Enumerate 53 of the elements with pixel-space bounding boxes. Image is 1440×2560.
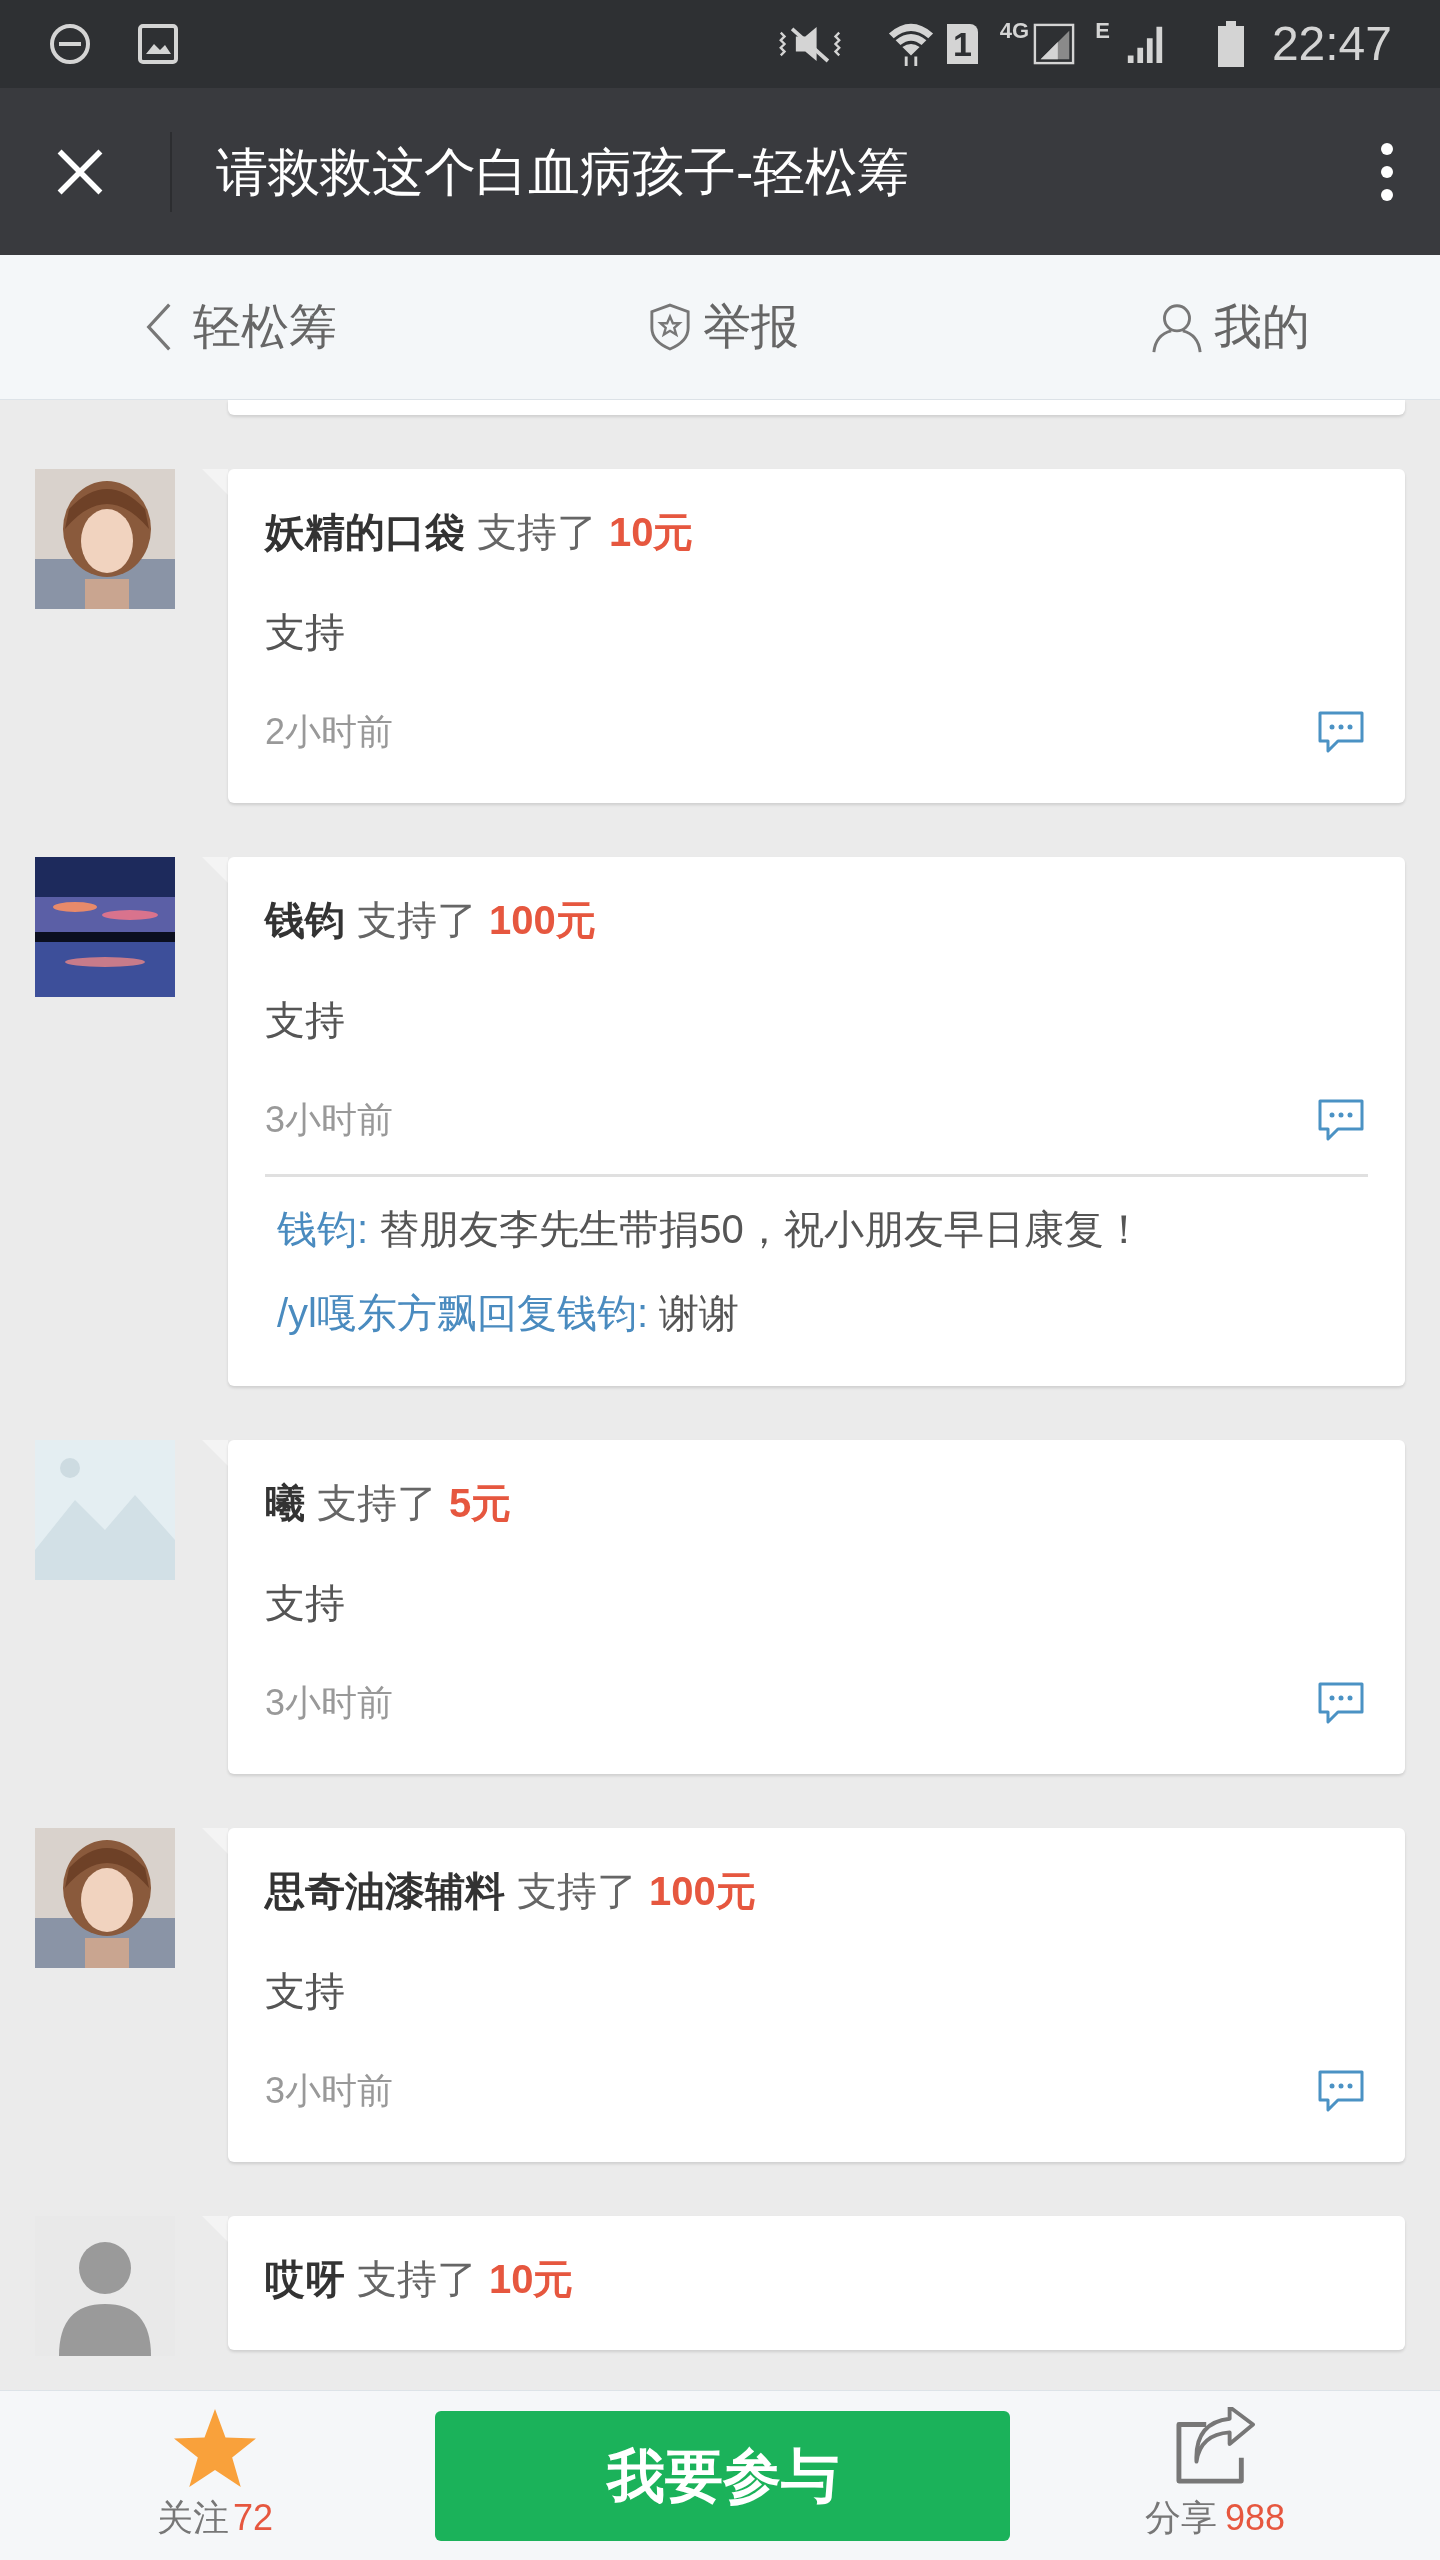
clock: 22:47 — [1271, 16, 1392, 72]
support-label: 支持了 — [317, 1480, 437, 1527]
time-label: 2小时前 — [265, 710, 394, 754]
reply-text: /yl嘎东方飘回复钱钧: 谢谢 — [277, 1290, 741, 1337]
comment-icon — [1316, 1680, 1366, 1726]
comment-button[interactable] — [1316, 2068, 1366, 2114]
share-icon — [1173, 2406, 1257, 2485]
comment-button[interactable] — [1316, 1097, 1366, 1143]
shield-star-icon — [648, 303, 691, 351]
join-button[interactable]: 我要参与 — [435, 2410, 1010, 2541]
comment-icon — [1316, 1097, 1366, 1143]
battery-icon — [1217, 21, 1244, 67]
image-placeholder-icon — [35, 1440, 175, 1580]
donation-message: 支持 — [265, 1968, 345, 2015]
more-button[interactable] — [1380, 141, 1394, 202]
donation-message: 支持 — [265, 609, 345, 656]
profile-link[interactable]: 我的 — [1150, 291, 1310, 363]
support-label: 支持了 — [517, 1868, 637, 1915]
donation-amount: 10元 — [489, 2256, 574, 2303]
network-label: E — [1095, 17, 1110, 45]
donation-amount: 100元 — [489, 897, 596, 944]
window-title: 请救救这个白血病孩子-轻松筹 — [216, 141, 910, 203]
donor-name: 钱钧 — [265, 897, 345, 944]
sim-slot-badge: 1 — [946, 24, 978, 64]
donation-amount: 10元 — [609, 509, 694, 556]
donor-name: 哎呀 — [265, 2256, 345, 2303]
donor-name: 妖精的口袋 — [265, 509, 465, 556]
comment-button[interactable] — [1316, 709, 1366, 755]
network-label: 4G — [999, 17, 1030, 45]
donor-name: 思奇油漆辅料 — [265, 1868, 505, 1915]
follow-button[interactable]: 关注72 — [65, 2406, 365, 2545]
support-label: 支持了 — [357, 897, 477, 944]
comment-icon — [1316, 2068, 1366, 2114]
report-link[interactable]: 举报 — [648, 291, 799, 363]
time-label: 3小时前 — [265, 2069, 394, 2113]
comment-icon — [1316, 709, 1366, 755]
donation-amount: 5元 — [449, 1480, 512, 1527]
more-icon — [1380, 141, 1394, 202]
time-label: 3小时前 — [265, 1681, 394, 1725]
donation-message: 支持 — [265, 1580, 345, 1627]
signal-icon — [1033, 23, 1076, 65]
donation-message: 支持 — [265, 997, 345, 1044]
time-label: 3小时前 — [265, 1098, 394, 1142]
support-label: 支持了 — [357, 2256, 477, 2303]
share-button[interactable]: 分享 988 — [1065, 2406, 1365, 2545]
support-label: 支持了 — [477, 509, 597, 556]
donor-name: 曦 — [265, 1480, 305, 1527]
comment-button[interactable] — [1316, 1680, 1366, 1726]
do-not-disturb-icon — [48, 22, 92, 66]
back-link[interactable]: 轻松筹 — [145, 291, 337, 363]
donation-amount: 100元 — [649, 1868, 756, 1915]
image-icon — [138, 24, 178, 64]
reply-text: 钱钧: 替朋友李先生带捐50，祝小朋友早日康复！ — [277, 1206, 1145, 1253]
